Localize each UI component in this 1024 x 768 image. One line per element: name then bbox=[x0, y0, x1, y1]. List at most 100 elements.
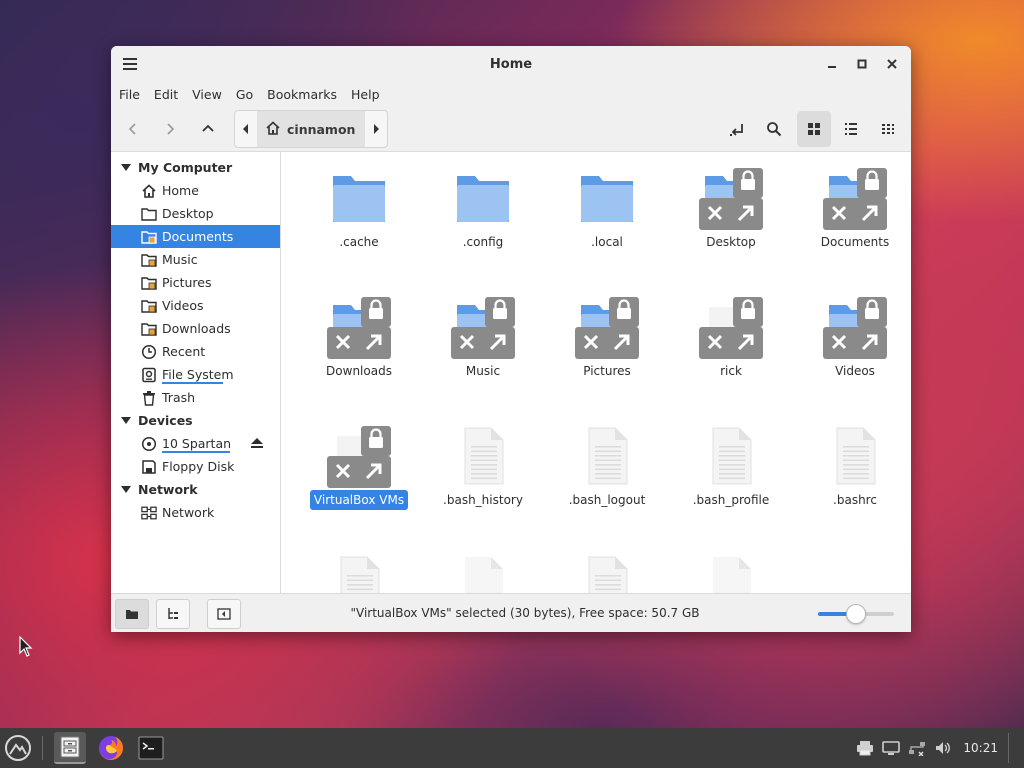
menu-edit[interactable]: Edit bbox=[154, 87, 186, 102]
terminal-icon[interactable] bbox=[135, 732, 167, 764]
file-name: Documents bbox=[820, 235, 890, 249]
chevron-down-icon[interactable] bbox=[121, 413, 131, 428]
minimize-button[interactable] bbox=[819, 52, 845, 76]
menu-bookmarks[interactable]: Bookmarks bbox=[267, 87, 345, 102]
file-item[interactable]: Pictures bbox=[545, 281, 669, 401]
file-item[interactable]: VirtualBox VMs bbox=[297, 410, 421, 530]
file-item[interactable]: .bash_logout bbox=[545, 410, 669, 530]
disk-usage-bar bbox=[162, 382, 223, 384]
show-treeview-button[interactable] bbox=[156, 599, 190, 629]
chevron-down-icon[interactable] bbox=[121, 160, 131, 175]
file-item[interactable]: Music bbox=[421, 281, 545, 401]
icon-view-button[interactable] bbox=[797, 111, 831, 147]
broken-symlink-folder-icon bbox=[823, 166, 887, 230]
file-item[interactable]: .bash_history bbox=[421, 410, 545, 530]
volume-icon[interactable] bbox=[933, 738, 953, 758]
system-tray: 10:21 bbox=[855, 728, 1024, 768]
hamburger-menu-icon[interactable] bbox=[121, 55, 139, 73]
sidebar-item-documents[interactable]: Documents bbox=[111, 225, 280, 248]
sidebar-item-pictures[interactable]: Pictures bbox=[111, 271, 280, 294]
menu-file[interactable]: File bbox=[119, 87, 148, 102]
sidebar-item-music[interactable]: Music bbox=[111, 248, 280, 271]
menu-icon[interactable] bbox=[2, 732, 34, 764]
back-button[interactable] bbox=[119, 115, 147, 143]
file-item-label-wrap: .bash_profile bbox=[669, 493, 793, 507]
file-item[interactable] bbox=[297, 539, 421, 593]
zoom-slider-handle[interactable] bbox=[846, 604, 866, 624]
broken-symlink-folder-icon bbox=[327, 295, 391, 359]
disk-usage-bar bbox=[162, 451, 230, 453]
firefox-icon[interactable] bbox=[95, 732, 127, 764]
sidebar-item-floppy-disk[interactable]: Floppy Disk bbox=[111, 455, 280, 478]
display-icon[interactable] bbox=[881, 738, 901, 758]
sidebar-item-10-spartan[interactable]: 10 Spartan bbox=[111, 432, 280, 455]
up-button[interactable] bbox=[194, 115, 222, 143]
mouse-cursor-icon bbox=[19, 636, 33, 657]
broken-symlink-icon bbox=[327, 424, 391, 488]
file-item[interactable]: .config bbox=[421, 152, 545, 272]
sidebar-item-label: File System bbox=[162, 367, 234, 382]
file-name: Pictures bbox=[583, 364, 631, 378]
file-item[interactable]: .local bbox=[545, 152, 669, 272]
sidebar-item-label: Music bbox=[162, 252, 198, 267]
sidebar-section-my-computer[interactable]: My Computer bbox=[111, 156, 280, 179]
printer-icon[interactable] bbox=[855, 738, 875, 758]
clock[interactable]: 10:21 bbox=[963, 741, 998, 755]
sidebar-item-videos[interactable]: Videos bbox=[111, 294, 280, 317]
sidebar-item-trash[interactable]: Trash bbox=[111, 386, 280, 409]
menu-view[interactable]: View bbox=[192, 87, 230, 102]
file-name: VirtualBox VMs bbox=[309, 490, 409, 510]
file-item[interactable] bbox=[545, 539, 669, 593]
file-manager-icon[interactable] bbox=[54, 732, 86, 764]
toggle-location-entry-button[interactable] bbox=[723, 115, 751, 143]
file-item[interactable]: Downloads bbox=[297, 281, 421, 401]
sidebar-section-label: Network bbox=[138, 482, 198, 497]
compact-view-button[interactable] bbox=[874, 115, 902, 143]
sidebar-item-desktop[interactable]: Desktop bbox=[111, 202, 280, 225]
file-item[interactable]: rick bbox=[669, 281, 793, 401]
file-item[interactable]: .bashrc bbox=[793, 410, 911, 530]
file-item-label-wrap: Pictures bbox=[545, 364, 669, 378]
file-name: rick bbox=[720, 364, 742, 378]
search-button[interactable] bbox=[760, 115, 788, 143]
file-item[interactable]: Desktop bbox=[669, 152, 793, 272]
file-item[interactable]: .cache bbox=[297, 152, 421, 272]
show-places-button[interactable] bbox=[115, 599, 149, 629]
folder-videos-icon bbox=[141, 298, 157, 314]
file-name: .bash_logout bbox=[568, 493, 646, 507]
list-view-button[interactable] bbox=[837, 115, 865, 143]
sidebar-item-network[interactable]: Network bbox=[111, 501, 280, 524]
toolbar: cinnamon bbox=[111, 106, 911, 152]
maximize-button[interactable] bbox=[849, 52, 875, 76]
breadcrumb-home-crumb[interactable]: cinnamon bbox=[257, 111, 365, 147]
sidebar-item-downloads[interactable]: Downloads bbox=[111, 317, 280, 340]
file-item[interactable]: Videos bbox=[793, 281, 911, 401]
menu-help[interactable]: Help bbox=[351, 87, 388, 102]
sidebar-section-devices[interactable]: Devices bbox=[111, 409, 280, 432]
file-item[interactable] bbox=[669, 539, 793, 593]
file-item-label-wrap: Downloads bbox=[297, 364, 421, 378]
eject-icon[interactable] bbox=[250, 436, 264, 453]
network-icon[interactable] bbox=[907, 738, 927, 758]
sidebar-section-network[interactable]: Network bbox=[111, 478, 280, 501]
menu-go[interactable]: Go bbox=[236, 87, 261, 102]
file-view[interactable]: .cache .config .local Desktop Documents Downl… bbox=[282, 152, 911, 593]
sidebar-item-home[interactable]: Home bbox=[111, 179, 280, 202]
folder-documents-icon bbox=[141, 229, 157, 245]
file-item[interactable] bbox=[421, 539, 545, 593]
chevron-down-icon[interactable] bbox=[121, 482, 131, 497]
zoom-slider[interactable] bbox=[818, 604, 894, 624]
breadcrumb-left-arrow-icon[interactable] bbox=[235, 111, 257, 147]
show-desktop-button[interactable] bbox=[1008, 733, 1016, 763]
titlebar[interactable]: Home bbox=[111, 46, 911, 82]
sidebar-item-recent[interactable]: Recent bbox=[111, 340, 280, 363]
file-item[interactable]: .bash_profile bbox=[669, 410, 793, 530]
folder-icon bbox=[141, 206, 157, 222]
hide-sidebar-button[interactable] bbox=[207, 599, 241, 629]
sidebar-item-file-system[interactable]: File System bbox=[111, 363, 280, 386]
forward-button[interactable] bbox=[156, 115, 184, 143]
breadcrumb-right-arrow-icon[interactable] bbox=[365, 111, 387, 147]
close-button[interactable] bbox=[879, 52, 905, 76]
broken-symlink-folder-icon bbox=[451, 295, 515, 359]
file-item[interactable]: Documents bbox=[793, 152, 911, 272]
